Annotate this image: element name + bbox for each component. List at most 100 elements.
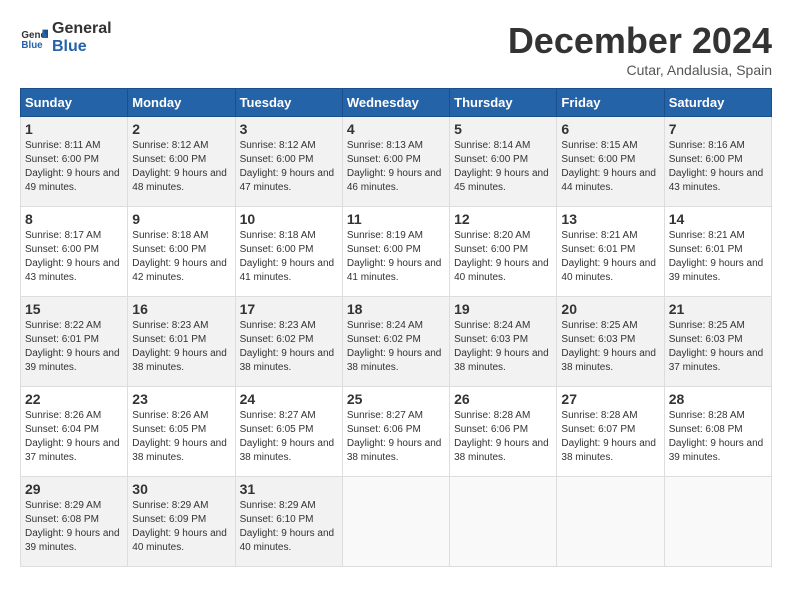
day-cell-28: 28 Sunrise: 8:28 AM Sunset: 6:08 PM Dayl… (664, 387, 771, 477)
day-info: Sunrise: 8:28 AM Sunset: 6:06 PM Dayligh… (454, 409, 552, 465)
day-info: Sunrise: 8:27 AM Sunset: 6:06 PM Dayligh… (347, 409, 445, 465)
empty-cell (664, 477, 771, 567)
day-cell-10: 10 Sunrise: 8:18 AM Sunset: 6:00 PM Dayl… (235, 207, 342, 297)
day-info: Sunrise: 8:13 AM Sunset: 6:00 PM Dayligh… (347, 139, 445, 195)
day-cell-9: 9 Sunrise: 8:18 AM Sunset: 6:00 PM Dayli… (128, 207, 235, 297)
day-number: 30 (132, 481, 230, 497)
day-info: Sunrise: 8:24 AM Sunset: 6:03 PM Dayligh… (454, 319, 552, 375)
day-info: Sunrise: 8:11 AM Sunset: 6:00 PM Dayligh… (25, 139, 123, 195)
day-number: 22 (25, 391, 123, 407)
day-number: 9 (132, 211, 230, 227)
day-number: 10 (240, 211, 338, 227)
day-cell-18: 18 Sunrise: 8:24 AM Sunset: 6:02 PM Dayl… (342, 297, 449, 387)
day-info: Sunrise: 8:25 AM Sunset: 6:03 PM Dayligh… (669, 319, 767, 375)
day-number: 12 (454, 211, 552, 227)
day-info: Sunrise: 8:12 AM Sunset: 6:00 PM Dayligh… (132, 139, 230, 195)
day-number: 2 (132, 121, 230, 137)
day-cell-6: 6 Sunrise: 8:15 AM Sunset: 6:00 PM Dayli… (557, 117, 664, 207)
month-title: December 2024 (508, 20, 772, 62)
day-cell-14: 14 Sunrise: 8:21 AM Sunset: 6:01 PM Dayl… (664, 207, 771, 297)
weekday-header-saturday: Saturday (664, 89, 771, 117)
day-number: 13 (561, 211, 659, 227)
day-cell-26: 26 Sunrise: 8:28 AM Sunset: 6:06 PM Dayl… (450, 387, 557, 477)
day-info: Sunrise: 8:16 AM Sunset: 6:00 PM Dayligh… (669, 139, 767, 195)
weekday-header-tuesday: Tuesday (235, 89, 342, 117)
day-info: Sunrise: 8:25 AM Sunset: 6:03 PM Dayligh… (561, 319, 659, 375)
day-cell-4: 4 Sunrise: 8:13 AM Sunset: 6:00 PM Dayli… (342, 117, 449, 207)
logo: General Blue General Blue (20, 20, 112, 55)
day-number: 6 (561, 121, 659, 137)
day-info: Sunrise: 8:23 AM Sunset: 6:02 PM Dayligh… (240, 319, 338, 375)
day-number: 1 (25, 121, 123, 137)
day-cell-22: 22 Sunrise: 8:26 AM Sunset: 6:04 PM Dayl… (21, 387, 128, 477)
day-info: Sunrise: 8:29 AM Sunset: 6:08 PM Dayligh… (25, 499, 123, 555)
title-block: December 2024 Cutar, Andalusia, Spain (508, 20, 772, 78)
day-cell-3: 3 Sunrise: 8:12 AM Sunset: 6:00 PM Dayli… (235, 117, 342, 207)
day-number: 8 (25, 211, 123, 227)
day-cell-30: 30 Sunrise: 8:29 AM Sunset: 6:09 PM Dayl… (128, 477, 235, 567)
day-number: 27 (561, 391, 659, 407)
day-number: 15 (25, 301, 123, 317)
day-cell-19: 19 Sunrise: 8:24 AM Sunset: 6:03 PM Dayl… (450, 297, 557, 387)
calendar-table: SundayMondayTuesdayWednesdayThursdayFrid… (20, 88, 772, 567)
day-info: Sunrise: 8:28 AM Sunset: 6:07 PM Dayligh… (561, 409, 659, 465)
day-cell-24: 24 Sunrise: 8:27 AM Sunset: 6:05 PM Dayl… (235, 387, 342, 477)
day-info: Sunrise: 8:27 AM Sunset: 6:05 PM Dayligh… (240, 409, 338, 465)
day-number: 17 (240, 301, 338, 317)
day-cell-23: 23 Sunrise: 8:26 AM Sunset: 6:05 PM Dayl… (128, 387, 235, 477)
weekday-header-monday: Monday (128, 89, 235, 117)
day-number: 19 (454, 301, 552, 317)
day-number: 23 (132, 391, 230, 407)
page-header: General Blue General Blue December 2024 … (20, 20, 772, 78)
calendar-week-4: 22 Sunrise: 8:26 AM Sunset: 6:04 PM Dayl… (21, 387, 772, 477)
day-cell-17: 17 Sunrise: 8:23 AM Sunset: 6:02 PM Dayl… (235, 297, 342, 387)
day-number: 3 (240, 121, 338, 137)
day-cell-8: 8 Sunrise: 8:17 AM Sunset: 6:00 PM Dayli… (21, 207, 128, 297)
day-cell-2: 2 Sunrise: 8:12 AM Sunset: 6:00 PM Dayli… (128, 117, 235, 207)
day-info: Sunrise: 8:22 AM Sunset: 6:01 PM Dayligh… (25, 319, 123, 375)
day-cell-20: 20 Sunrise: 8:25 AM Sunset: 6:03 PM Dayl… (557, 297, 664, 387)
day-number: 25 (347, 391, 445, 407)
day-number: 18 (347, 301, 445, 317)
calendar-week-5: 29 Sunrise: 8:29 AM Sunset: 6:08 PM Dayl… (21, 477, 772, 567)
day-number: 31 (240, 481, 338, 497)
day-info: Sunrise: 8:15 AM Sunset: 6:00 PM Dayligh… (561, 139, 659, 195)
day-number: 5 (454, 121, 552, 137)
day-cell-12: 12 Sunrise: 8:20 AM Sunset: 6:00 PM Dayl… (450, 207, 557, 297)
day-info: Sunrise: 8:17 AM Sunset: 6:00 PM Dayligh… (25, 229, 123, 285)
day-number: 24 (240, 391, 338, 407)
day-cell-13: 13 Sunrise: 8:21 AM Sunset: 6:01 PM Dayl… (557, 207, 664, 297)
calendar-week-2: 8 Sunrise: 8:17 AM Sunset: 6:00 PM Dayli… (21, 207, 772, 297)
logo-blue: Blue (52, 38, 112, 56)
day-info: Sunrise: 8:20 AM Sunset: 6:00 PM Dayligh… (454, 229, 552, 285)
day-number: 4 (347, 121, 445, 137)
day-info: Sunrise: 8:26 AM Sunset: 6:05 PM Dayligh… (132, 409, 230, 465)
day-info: Sunrise: 8:24 AM Sunset: 6:02 PM Dayligh… (347, 319, 445, 375)
day-info: Sunrise: 8:23 AM Sunset: 6:01 PM Dayligh… (132, 319, 230, 375)
day-info: Sunrise: 8:14 AM Sunset: 6:00 PM Dayligh… (454, 139, 552, 195)
day-number: 29 (25, 481, 123, 497)
day-number: 7 (669, 121, 767, 137)
empty-cell (557, 477, 664, 567)
day-number: 28 (669, 391, 767, 407)
day-cell-1: 1 Sunrise: 8:11 AM Sunset: 6:00 PM Dayli… (21, 117, 128, 207)
day-number: 26 (454, 391, 552, 407)
day-cell-7: 7 Sunrise: 8:16 AM Sunset: 6:00 PM Dayli… (664, 117, 771, 207)
day-number: 11 (347, 211, 445, 227)
calendar-week-3: 15 Sunrise: 8:22 AM Sunset: 6:01 PM Dayl… (21, 297, 772, 387)
day-info: Sunrise: 8:28 AM Sunset: 6:08 PM Dayligh… (669, 409, 767, 465)
day-info: Sunrise: 8:19 AM Sunset: 6:00 PM Dayligh… (347, 229, 445, 285)
day-cell-16: 16 Sunrise: 8:23 AM Sunset: 6:01 PM Dayl… (128, 297, 235, 387)
weekday-header-row: SundayMondayTuesdayWednesdayThursdayFrid… (21, 89, 772, 117)
logo-general: General (52, 20, 112, 38)
svg-text:Blue: Blue (21, 39, 43, 50)
location-subtitle: Cutar, Andalusia, Spain (508, 62, 772, 78)
empty-cell (450, 477, 557, 567)
day-info: Sunrise: 8:12 AM Sunset: 6:00 PM Dayligh… (240, 139, 338, 195)
logo-icon: General Blue (20, 24, 48, 52)
weekday-header-wednesday: Wednesday (342, 89, 449, 117)
weekday-header-sunday: Sunday (21, 89, 128, 117)
day-cell-5: 5 Sunrise: 8:14 AM Sunset: 6:00 PM Dayli… (450, 117, 557, 207)
day-info: Sunrise: 8:18 AM Sunset: 6:00 PM Dayligh… (132, 229, 230, 285)
day-info: Sunrise: 8:29 AM Sunset: 6:09 PM Dayligh… (132, 499, 230, 555)
